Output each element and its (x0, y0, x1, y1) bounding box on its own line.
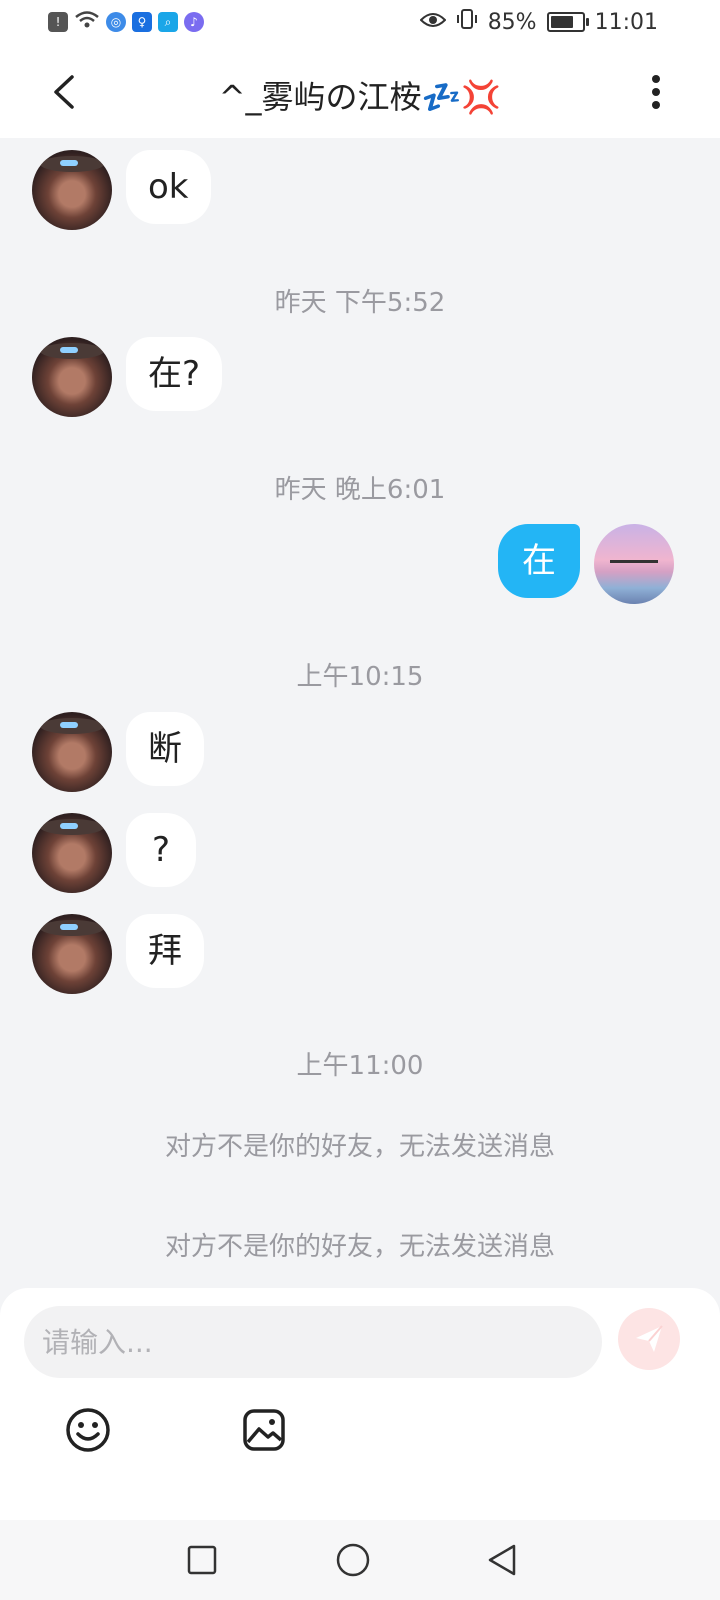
message-list[interactable]: ok 昨天 下午5:52 在? 昨天 晚上6:01 在 上午10:15 断 ? … (0, 138, 720, 1288)
message-row-incoming: 拜 (0, 914, 720, 994)
emoji-icon (66, 1408, 110, 1452)
chat-header: ^_雾屿の江桉💤💢 (0, 46, 720, 138)
send-icon (636, 1325, 663, 1352)
clock: 11:01 (594, 9, 658, 35)
chevron-left-icon (54, 75, 74, 109)
emoji-button[interactable] (60, 1402, 116, 1458)
timestamp: 昨天 下午5:52 (274, 288, 446, 318)
status-icons-right: 85% 11:01 (419, 8, 658, 36)
battery-fill (550, 16, 573, 28)
recents-icon (187, 1545, 217, 1575)
send-button[interactable] (618, 1308, 680, 1370)
message-row-incoming: 在? (0, 337, 720, 417)
system-nav-bar (0, 1520, 720, 1600)
music-icon: ♪ (184, 12, 204, 32)
timestamp: 昨天 晚上6:01 (274, 475, 446, 505)
message-row-incoming: ok (0, 150, 720, 230)
contact-avatar[interactable] (32, 813, 112, 893)
back-button[interactable] (40, 68, 88, 116)
message-row-incoming: 断 (0, 712, 720, 792)
battery-icon (546, 12, 589, 32)
nav-back-button[interactable] (478, 1536, 526, 1584)
globe-icon: ◎ (106, 12, 126, 32)
message-bubble-incoming[interactable]: 拜 (126, 914, 204, 988)
message-bubble-outgoing[interactable]: 在 (498, 524, 580, 598)
home-button[interactable] (329, 1536, 377, 1584)
search-app-icon: ⌕ (158, 12, 178, 32)
message-row-incoming: ? (0, 813, 720, 893)
contact-avatar[interactable] (32, 150, 112, 230)
vibrate-icon (456, 8, 478, 36)
contact-avatar[interactable] (32, 337, 112, 417)
image-button[interactable] (236, 1402, 292, 1458)
status-icons-left: ! ◎ ♀ ⌕ ♪ (48, 10, 204, 34)
message-bubble-incoming[interactable]: 在? (126, 337, 223, 411)
message-bubble-incoming[interactable]: 断 (126, 712, 204, 786)
my-avatar[interactable] (594, 524, 674, 604)
back-icon (488, 1544, 516, 1576)
image-icon (243, 1409, 285, 1451)
message-bubble-incoming[interactable]: ok (126, 150, 211, 224)
more-vertical-icon (652, 75, 660, 109)
contact-avatar[interactable] (32, 914, 112, 994)
wifi-icon (74, 10, 100, 34)
message-input[interactable] (24, 1306, 602, 1378)
alert-icon: ! (48, 12, 68, 32)
chat-title: ^_雾屿の江桉💤💢 (218, 78, 502, 116)
home-icon (336, 1543, 370, 1577)
more-options-button[interactable] (632, 66, 680, 118)
system-notice: 对方不是你的好友，无法发送消息 (164, 1232, 555, 1262)
timestamp: 上午11:00 (296, 1051, 424, 1081)
contact-avatar[interactable] (32, 712, 112, 792)
battery-percent: 85% (487, 9, 537, 35)
eye-icon (419, 10, 447, 35)
recents-button[interactable] (178, 1536, 226, 1584)
timestamp: 上午10:15 (296, 662, 424, 692)
message-row-outgoing: 在 (0, 524, 720, 604)
lightbulb-icon: ♀ (132, 12, 152, 32)
composer (0, 1288, 720, 1520)
message-bubble-incoming[interactable]: ? (126, 813, 197, 887)
status-bar: ! ◎ ♀ ⌕ ♪ 85% 11:01 (0, 0, 720, 46)
system-notice: 对方不是你的好友，无法发送消息 (164, 1132, 555, 1162)
